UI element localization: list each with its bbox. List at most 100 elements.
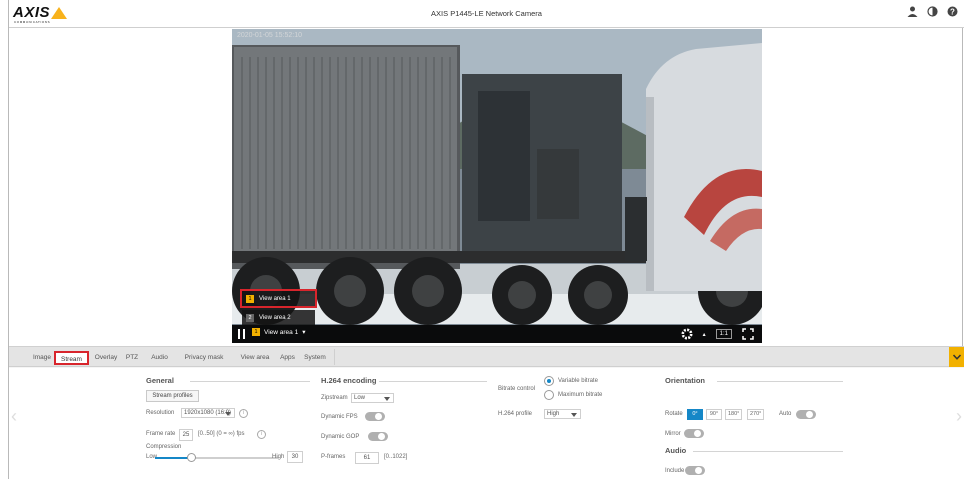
maximum-bitrate-radio[interactable]	[544, 390, 554, 400]
h264-section-line	[379, 381, 487, 382]
zipstream-select[interactable]: Low	[351, 393, 394, 403]
rotate-180-button[interactable]: 180°	[725, 409, 743, 420]
top-bar: AXIS COMMUNICATIONS AXIS P1445-LE Networ…	[9, 0, 964, 28]
include-audio-toggle[interactable]	[685, 466, 705, 475]
settings-caret-icon: ▴	[702, 331, 706, 338]
tab-audio[interactable]: Audio	[146, 351, 173, 365]
frame-rate-input[interactable]: 25	[179, 429, 193, 441]
bitrate-control-label: Bitrate control	[498, 386, 536, 392]
dynamic-fps-label: Dynamic FPS	[321, 414, 358, 420]
stream-settings: ‹ › General Stream profiles Resolution 1…	[9, 368, 964, 480]
tab-image[interactable]: Image	[31, 351, 53, 365]
compression-slider-fill	[155, 457, 192, 459]
auto-label: Auto	[779, 411, 792, 417]
video-right-controls: ▴ 1:1	[681, 328, 754, 340]
tab-privacy-mask[interactable]: Privacy mask	[177, 351, 231, 365]
dynamic-gop-toggle[interactable]	[368, 432, 388, 441]
compression-slider[interactable]	[155, 453, 278, 462]
view-area-label-1: View area 1	[259, 295, 291, 302]
frame-rate-hint: [0..50] (0 = ∞) fps	[198, 431, 245, 437]
h264-profile-caret-icon	[571, 413, 577, 417]
settings-panel: Image Stream Overlay PTZ Audio Privacy m…	[9, 346, 964, 480]
compression-label: Compression	[146, 444, 182, 450]
general-section-line	[190, 381, 310, 382]
chevron-down-icon	[952, 354, 961, 360]
resolution-info-icon[interactable]: i	[239, 409, 248, 418]
contrast-icon[interactable]	[927, 6, 938, 17]
maximum-bitrate-label: Maximum bitrate	[558, 392, 603, 398]
mirror-label: Mirror	[665, 431, 681, 437]
view-area-option-2[interactable]: 2 View area 2	[242, 310, 315, 325]
rotate-0-button[interactable]: 0°	[687, 409, 703, 420]
variable-bitrate-label: Variable bitrate	[558, 378, 598, 384]
dynamic-gop-label: Dynamic GOP	[321, 434, 360, 440]
h264-section-title: H.264 encoding	[321, 376, 377, 385]
tab-stream[interactable]: Stream	[54, 351, 89, 365]
orientation-section-line	[717, 381, 843, 382]
mirror-toggle[interactable]	[684, 429, 704, 438]
compression-input[interactable]: 30	[287, 451, 303, 463]
auto-rotate-toggle[interactable]	[796, 410, 816, 419]
resolution-label: Resolution	[146, 410, 175, 416]
frame-rate-info-icon[interactable]: i	[257, 430, 266, 439]
include-audio-label: Include	[665, 468, 685, 474]
view-area-number-1: 1	[246, 294, 254, 303]
dropdown-caret-icon: ▾	[302, 329, 306, 336]
video-stream[interactable]: 2020-01-05 15:52:10 1 View area 1 2 View…	[232, 29, 762, 343]
rotate-270-button[interactable]: 270°	[747, 409, 765, 420]
tab-apps[interactable]: Apps	[277, 351, 298, 365]
view-area-number-2: 2	[246, 313, 254, 322]
settings-gear-icon[interactable]	[681, 328, 693, 340]
resolution-caret-icon	[225, 412, 231, 416]
tab-view-area[interactable]: View area	[235, 351, 275, 365]
aspect-ratio-button[interactable]: 1:1	[715, 329, 732, 339]
zipstream-label: Zipstream	[321, 395, 348, 401]
video-controls: 1 View area 1 ▾ ▴ 1:1	[232, 325, 762, 343]
tab-overlay[interactable]: Overlay	[91, 351, 121, 365]
view-area-option-1[interactable]: 1 View area 1	[240, 289, 317, 308]
pframes-hint: [0..1022]	[384, 454, 408, 460]
view-area-label-2: View area 2	[259, 314, 291, 321]
current-view-label: View area 1	[264, 328, 299, 336]
user-icon[interactable]	[907, 6, 918, 17]
current-view-number: 1	[252, 328, 260, 336]
h264-profile-label: H.264 profile	[498, 411, 533, 417]
frame-rate-label: Frame rate	[146, 431, 176, 437]
zipstream-value: Low	[354, 395, 366, 401]
page-title: AXIS P1445-LE Network Camera	[431, 9, 542, 18]
view-area-dropdown[interactable]: 1 View area 1 ▾	[252, 328, 305, 336]
settings-tabs: Image Stream Overlay PTZ Audio Privacy m…	[9, 347, 964, 367]
audio-section-title: Audio	[665, 446, 687, 455]
svg-text:?: ?	[950, 7, 955, 16]
stream-profiles-button[interactable]: Stream profiles	[146, 390, 199, 402]
zipstream-caret-icon	[384, 397, 390, 401]
resolution-value: 1920x1080 (16:9)	[184, 410, 232, 416]
compression-slider-thumb[interactable]	[187, 453, 197, 462]
camera-settings-window: AXIS COMMUNICATIONS AXIS P1445-LE Networ…	[8, 0, 964, 480]
compression-high-label: High	[272, 454, 285, 460]
pframes-label: P-frames	[321, 454, 346, 460]
help-icon[interactable]: ?	[947, 6, 958, 17]
orientation-section-title: Orientation	[665, 376, 706, 385]
tab-ptz[interactable]: PTZ	[123, 351, 141, 365]
tab-system[interactable]: System	[300, 351, 330, 365]
variable-bitrate-radio[interactable]	[544, 376, 554, 386]
collapse-panel-button[interactable]	[949, 347, 964, 367]
dynamic-fps-toggle[interactable]	[365, 412, 385, 421]
h264-profile-value: High	[547, 411, 560, 417]
h264-profile-select[interactable]: High	[544, 409, 581, 419]
tab-divider	[334, 349, 335, 365]
video-timestamp: 2020-01-05 15:52:10	[237, 32, 302, 39]
resolution-select[interactable]: 1920x1080 (16:9)	[181, 408, 235, 418]
pause-icon[interactable]	[238, 329, 245, 339]
pframes-input[interactable]: 61	[355, 452, 379, 464]
general-section-title: General	[146, 376, 174, 385]
header-icons: ?	[907, 6, 958, 17]
fullscreen-icon[interactable]	[742, 328, 754, 340]
rotate-90-button[interactable]: 90°	[706, 409, 722, 420]
view-area-menu: 1 View area 1 2 View area 2	[240, 289, 317, 329]
chevron-right-icon[interactable]: ›	[956, 406, 962, 427]
chevron-left-icon[interactable]: ‹	[11, 406, 17, 427]
rotate-label: Rotate	[665, 411, 683, 417]
audio-section-line	[693, 451, 843, 452]
